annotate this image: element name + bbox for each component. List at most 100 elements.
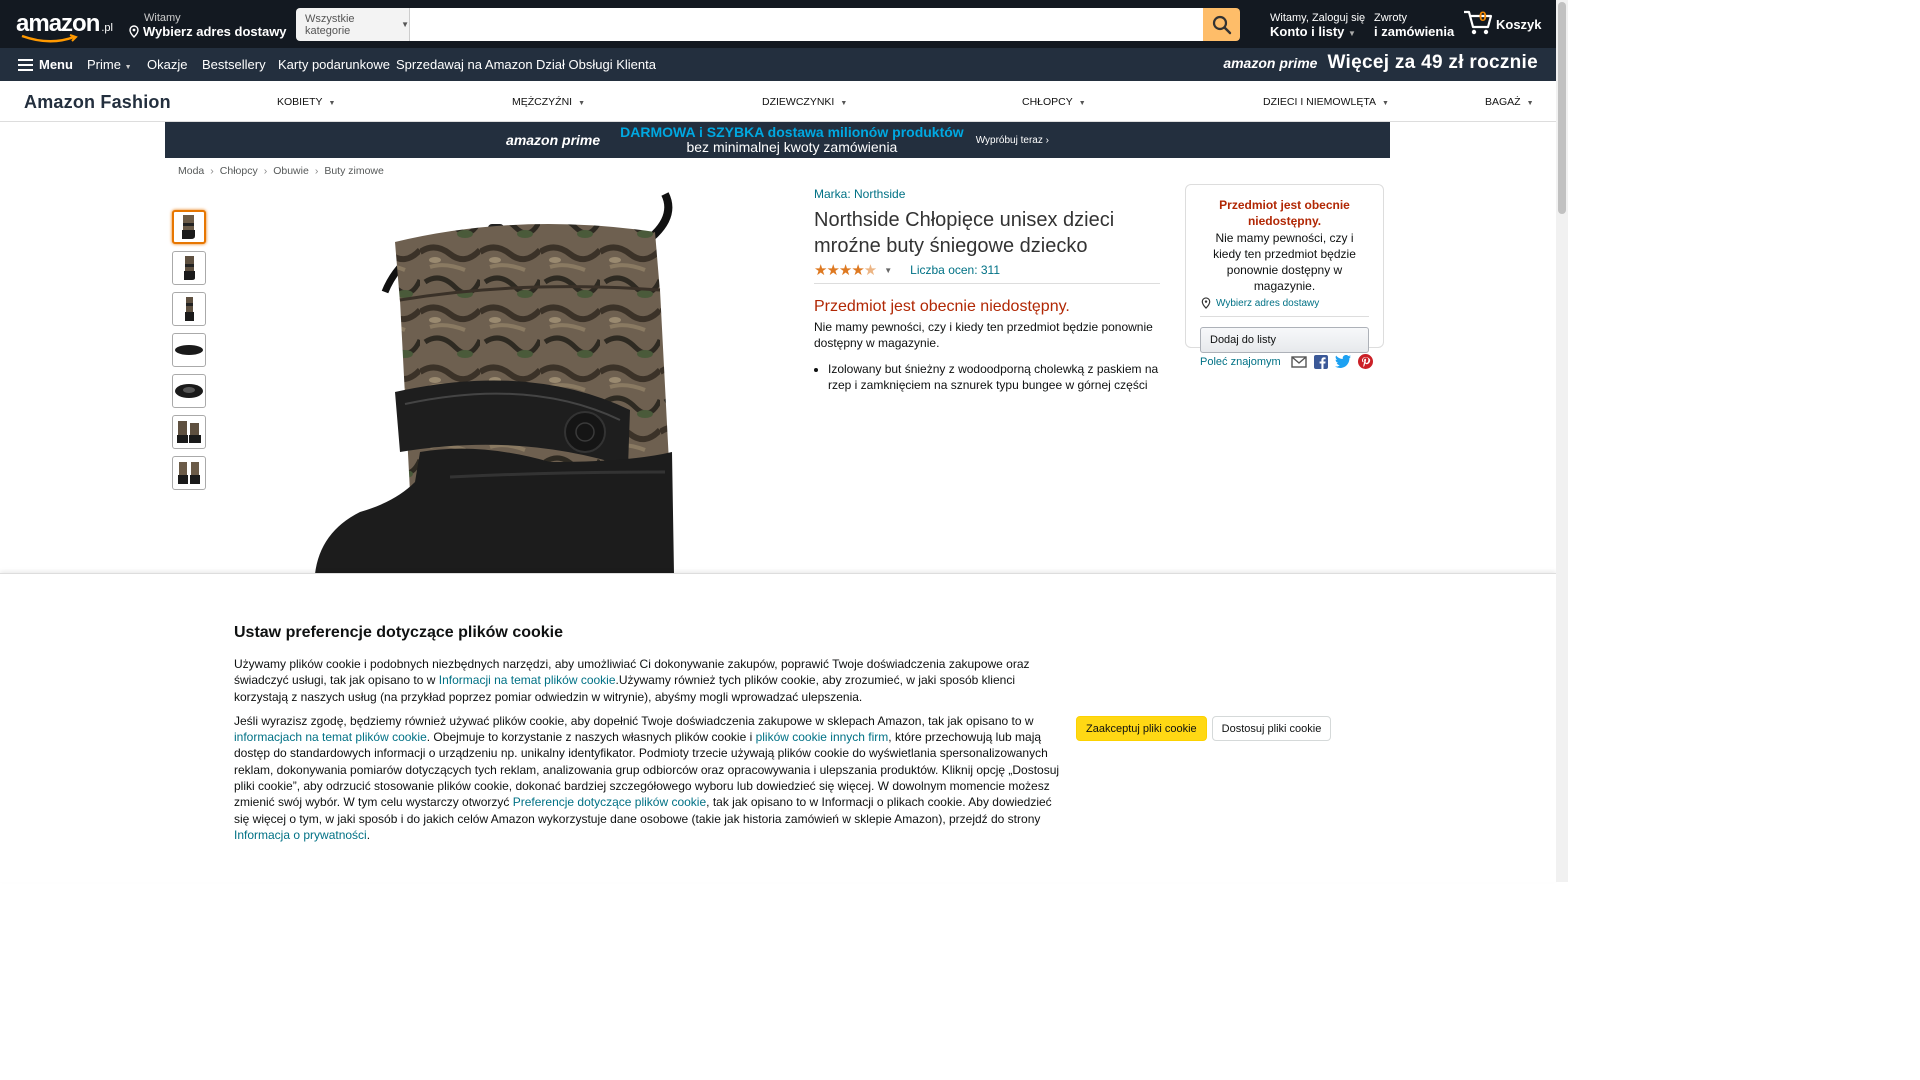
- account-greeting: Witamy, Zaloguj się: [1270, 12, 1366, 24]
- returns-orders-link[interactable]: Zwroty i zamówienia: [1374, 12, 1454, 39]
- star-rating[interactable]: ★★★★★: [814, 261, 877, 279]
- brand-link[interactable]: Marka: Northside: [814, 187, 905, 201]
- logo-text: amazon: [16, 10, 100, 37]
- facebook-icon[interactable]: [1313, 354, 1328, 369]
- boot-side-thumbnail-image: [184, 256, 195, 280]
- accept-cookies-button[interactable]: Zaakceptuj pliki cookie: [1076, 716, 1207, 741]
- share-row: Poleć znajomym: [1200, 354, 1373, 369]
- account-label: Konto i listy: [1270, 24, 1345, 39]
- cookie-consent-banner: Ustaw preferencje dotyczące plików cooki…: [0, 573, 1556, 882]
- nav-sell[interactable]: Sprzedawaj na Amazon: [396, 57, 533, 72]
- cookie-info-link[interactable]: Informacji na temat plików cookie: [439, 673, 616, 687]
- banner-line2: bez minimalnej kwoty zamówienia: [686, 139, 898, 155]
- boot-pair-thumbnail-image: [177, 421, 201, 443]
- buybox-address[interactable]: Wybierz adres dostawy: [1200, 297, 1369, 317]
- boot-back-thumbnail-image: [185, 297, 194, 321]
- breadcrumb-item[interactable]: Chłopcy: [220, 165, 258, 177]
- menu-label: Menu: [39, 57, 73, 72]
- banner-cta: Wypróbuj teraz ›: [975, 134, 1049, 146]
- banner-line1: DARMOWA i SZYBKA dostawa milionów produk…: [620, 124, 964, 140]
- banner-prime-logo: amazon prime: [506, 132, 601, 148]
- nav-bestsellery[interactable]: Bestsellery: [202, 57, 266, 72]
- breadcrumb-item[interactable]: Obuwie: [273, 165, 309, 177]
- fashion-nav-men[interactable]: MĘŻCZYŹNI ▼: [512, 96, 585, 108]
- twitter-icon[interactable]: [1334, 355, 1351, 368]
- thumbnail[interactable]: [172, 456, 206, 490]
- breadcrumb-separator: ›: [210, 165, 214, 177]
- scrollbar-thumb[interactable]: [1558, 2, 1566, 214]
- buybox-description: Nie mamy pewności, czy i kiedy ten przed…: [1213, 231, 1356, 293]
- image-thumbnails: [172, 210, 206, 497]
- cart-label: Koszyk: [1496, 17, 1542, 32]
- availability-description: Nie mamy pewności, czy i kiedy ten przed…: [814, 320, 1153, 350]
- customize-cookies-button[interactable]: Dostosuj pliki cookie: [1211, 716, 1332, 741]
- buybox-status: Przedmiot jest obecnie niedostępny.: [1219, 198, 1350, 228]
- chevron-down-icon: ▼: [328, 100, 336, 107]
- cookie-preferences-link[interactable]: Preferencje dotyczące plików cookie: [513, 795, 706, 809]
- buybox-address-link[interactable]: Wybierz adres dostawy: [1216, 298, 1319, 309]
- fashion-nav-women[interactable]: KOBIETY ▼: [277, 96, 335, 108]
- page-scrollbar[interactable]: [1556, 0, 1568, 882]
- deliver-to[interactable]: Witamy Wybierz adres dostawy: [128, 12, 287, 39]
- chevron-down-icon[interactable]: ▼: [884, 266, 892, 275]
- chevron-down-icon: ▼: [401, 20, 409, 29]
- cookie-info-link[interactable]: informacjach na temat plików cookie: [234, 730, 427, 744]
- amazon-logo[interactable]: amazon .pl: [16, 10, 113, 43]
- breadcrumb-separator: ›: [263, 165, 268, 177]
- nav-okazje[interactable]: Okazje: [147, 57, 187, 72]
- search-category-select[interactable]: Wszystkie kategorie ▼: [296, 8, 410, 41]
- breadcrumb-item[interactable]: Buty zimowe: [324, 165, 384, 177]
- prime-banner[interactable]: amazon prime DARMOWA i SZYBKA dostawa mi…: [165, 122, 1390, 158]
- sub-navbar: Menu Prime ▼ Okazje Bestsellery Karty po…: [0, 48, 1556, 81]
- fashion-logo[interactable]: Amazon Fashion: [24, 92, 171, 113]
- thumbnail[interactable]: [172, 374, 206, 408]
- fashion-nav-label: MĘŻCZYŹNI: [512, 96, 573, 108]
- privacy-notice-link[interactable]: Informacja o prywatności: [234, 828, 367, 842]
- breadcrumb-item[interactable]: Moda: [178, 165, 204, 177]
- logo-tld: .pl: [101, 22, 113, 34]
- thumbnail[interactable]: [172, 415, 206, 449]
- product-main-image[interactable]: [300, 182, 700, 574]
- search-category-label: Wszystkie kategorie: [305, 12, 355, 37]
- thumbnail[interactable]: [172, 210, 206, 244]
- breadcrumb-separator: ›: [314, 165, 319, 177]
- cart-button[interactable]: 0 Koszyk: [1462, 6, 1542, 36]
- third-party-cookies-link[interactable]: plików cookie innych firm: [756, 730, 889, 744]
- chevron-down-icon: ▼: [1526, 100, 1534, 107]
- search-button[interactable]: [1203, 8, 1240, 41]
- pinterest-icon[interactable]: [1357, 354, 1373, 369]
- top-navbar: amazon .pl Witamy Wybierz adres dostawy W…: [0, 0, 1556, 48]
- chevron-down-icon: ▼: [1381, 100, 1389, 107]
- thumbnail[interactable]: [172, 251, 206, 285]
- rating-row: ★★★★★ ▼ Liczba ocen: 311: [814, 261, 1160, 284]
- thumbnail[interactable]: [172, 292, 206, 326]
- search-bar: Wszystkie kategorie ▼: [296, 8, 1240, 41]
- chevron-down-icon: ▼: [1348, 29, 1356, 38]
- fashion-nav-boys[interactable]: CHŁOPCY ▼: [1022, 96, 1086, 108]
- feature-bullet: Izolowany but śnieżny z wodoodporną chol…: [828, 361, 1160, 393]
- search-icon: [1212, 15, 1231, 34]
- add-to-list-button[interactable]: Dodaj do listy: [1200, 327, 1369, 353]
- nav-customer-service[interactable]: Dział Obsługi Klienta: [536, 57, 656, 72]
- account-menu[interactable]: Witamy, Zaloguj się Konto i listy ▼: [1270, 12, 1365, 39]
- feature-bullets: Izolowany but śnieżny z wodoodporną chol…: [814, 361, 1160, 393]
- fashion-nav-luggage[interactable]: BAGAŻ ▼: [1485, 96, 1534, 108]
- cart-count: 0: [1479, 8, 1487, 24]
- cookie-text: Jeśli wyrazisz zgodę, będziemy również u…: [234, 713, 1034, 728]
- nav-gift-cards[interactable]: Karty podarunkowe: [278, 57, 390, 72]
- fashion-nav-label: BAGAŻ: [1485, 96, 1521, 108]
- share-label[interactable]: Poleć znajomym: [1200, 356, 1281, 368]
- chevron-down-icon: ▼: [124, 64, 132, 71]
- cookie-text-block: Ustaw preferencje dotyczące plików cooki…: [234, 624, 1064, 851]
- search-input[interactable]: [410, 8, 1203, 41]
- email-icon[interactable]: [1291, 355, 1307, 368]
- nav-prime[interactable]: Prime ▼: [87, 57, 132, 72]
- prime-promo[interactable]: amazon prime Więcej za 49 zł rocznie: [1223, 52, 1538, 74]
- fashion-nav-girls[interactable]: DZIEWCZYNKI ▼: [762, 96, 847, 108]
- rating-count-link[interactable]: Liczba ocen: 311: [910, 263, 1000, 277]
- thumbnail[interactable]: [172, 333, 206, 367]
- cart-icon: [1464, 10, 1493, 35]
- cookie-title: Ustaw preferencje dotyczące plików cooki…: [234, 624, 564, 641]
- fashion-nav-kids-baby[interactable]: DZIECI I NIEMOWLĘTA ▼: [1263, 96, 1389, 108]
- menu-button[interactable]: Menu: [18, 57, 73, 72]
